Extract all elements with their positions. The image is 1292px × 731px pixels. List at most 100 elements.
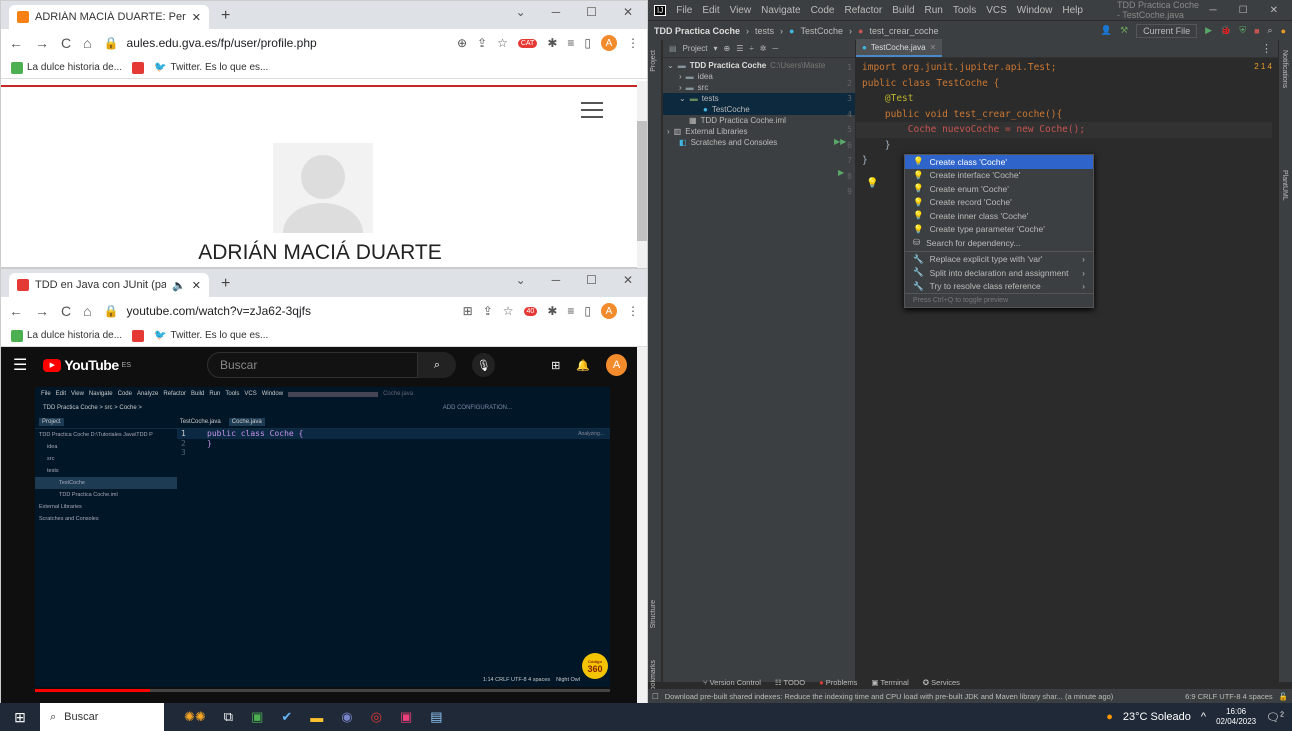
- menu-file[interactable]: File: [676, 5, 692, 16]
- clock[interactable]: 16:06 02/04/2023: [1216, 707, 1256, 727]
- coverage-icon[interactable]: ⛨: [1239, 25, 1246, 36]
- star-icon[interactable]: ☆: [497, 36, 508, 50]
- notifications-icon[interactable]: 🔔: [576, 359, 590, 372]
- news-widget-icon[interactable]: ✺✺: [184, 709, 206, 725]
- profile-avatar[interactable]: A: [601, 35, 617, 51]
- star-icon[interactable]: ☆: [503, 304, 514, 318]
- home-icon[interactable]: ⌂: [83, 303, 91, 319]
- menu-vcs[interactable]: VCS: [986, 5, 1007, 16]
- youtube-avatar[interactable]: A: [605, 354, 628, 376]
- bookmark-item[interactable]: 🐦 Twitter. Es lo que es...: [154, 62, 268, 73]
- address-bar[interactable]: 🔒 youtube.com/watch?v=zJa62-3qjfs: [104, 300, 451, 322]
- close-window-icon[interactable]: ✕: [623, 273, 633, 287]
- run-icon[interactable]: ▶: [1205, 25, 1212, 36]
- stop-icon[interactable]: ■: [1254, 26, 1259, 36]
- forward-icon[interactable]: →: [35, 35, 49, 51]
- update-icon[interactable]: ●: [1281, 26, 1286, 36]
- back-icon[interactable]: ←: [9, 303, 23, 319]
- popup-item-replace-var[interactable]: 🔧 Replace explicit type with 'var' ›: [905, 253, 1093, 267]
- bookmark-item[interactable]: La dulce historia de...: [11, 61, 122, 74]
- youtube-logo[interactable]: ▶ YouTube ES: [43, 357, 131, 373]
- new-tab-icon[interactable]: +: [209, 7, 242, 29]
- breadcrumb-method[interactable]: test_crear_coche: [869, 26, 938, 36]
- popup-item-create-interface[interactable]: 💡 Create interface 'Coche': [905, 169, 1093, 183]
- extension-badge[interactable]: CAT: [517, 38, 538, 48]
- close-window-icon[interactable]: ✕: [1270, 5, 1278, 16]
- scrollbar[interactable]: [637, 347, 647, 704]
- maximize-icon[interactable]: ☐: [1239, 5, 1248, 16]
- close-window-icon[interactable]: ✕: [623, 5, 633, 19]
- minimize-icon[interactable]: ─: [552, 5, 561, 19]
- reading-list-icon[interactable]: ≡: [567, 304, 574, 318]
- scrollbar[interactable]: [637, 81, 647, 269]
- version-control-tab[interactable]: ⑂ Version Control: [703, 678, 761, 687]
- browser-tab[interactable]: TDD en Java con JUnit (parte 🔈 ✕: [9, 273, 209, 297]
- code-editor[interactable]: import org.junit.jupiter.api.Test; publi…: [856, 60, 1272, 169]
- notification-center-icon[interactable]: 🗨2: [1266, 711, 1284, 724]
- popup-item-create-type-parameter[interactable]: 💡 Create type parameter 'Coche': [905, 223, 1093, 237]
- bookmark-item[interactable]: 🐦 Twitter. Es lo que es...: [154, 330, 268, 341]
- menu-refactor[interactable]: Refactor: [844, 5, 882, 16]
- sidepanel-icon[interactable]: ▯: [584, 36, 591, 50]
- reload-icon[interactable]: C: [61, 35, 71, 51]
- share-icon[interactable]: ⇪: [477, 36, 487, 50]
- hide-icon[interactable]: ─: [772, 44, 778, 53]
- menu-run[interactable]: Run: [925, 5, 943, 16]
- hamburger-menu-icon[interactable]: [581, 102, 603, 118]
- tray-chevron-icon[interactable]: ^: [1201, 711, 1206, 723]
- menu-dots-icon[interactable]: ⋮: [627, 304, 639, 318]
- zoom-icon[interactable]: ⊕: [457, 36, 467, 50]
- menu-tools[interactable]: Tools: [953, 5, 976, 16]
- menu-help[interactable]: Help: [1062, 5, 1083, 16]
- hamburger-menu-icon[interactable]: ☰: [13, 355, 27, 375]
- audio-icon[interactable]: 🔈: [172, 279, 186, 292]
- lock-icon[interactable]: 🔓: [1279, 692, 1288, 701]
- youtube-bookmark-icon[interactable]: [132, 61, 145, 74]
- status-message[interactable]: Download pre-built shared indexes: Reduc…: [665, 692, 1155, 701]
- back-icon[interactable]: ←: [9, 35, 23, 51]
- address-bar[interactable]: 🔒 aules.edu.gva.es/fp/user/profile.php: [104, 32, 445, 54]
- bookmark-item[interactable]: La dulce historia de...: [11, 329, 122, 342]
- weather-text[interactable]: 23°C Soleado: [1123, 711, 1191, 723]
- popup-item-create-class[interactable]: 💡 Create class 'Coche': [905, 155, 1093, 169]
- reload-icon[interactable]: C: [61, 303, 71, 319]
- user-icon[interactable]: 👤: [1101, 25, 1112, 36]
- install-icon[interactable]: ⊞: [463, 304, 473, 318]
- target-icon[interactable]: ⊕: [723, 44, 730, 53]
- menu-dots-icon[interactable]: ⋮: [627, 36, 639, 50]
- status-square-icon[interactable]: ☐: [652, 692, 659, 701]
- menu-edit[interactable]: Edit: [702, 5, 719, 16]
- popup-item-search-dependency[interactable]: ⛁ Search for dependency...: [905, 236, 1093, 250]
- browser-tab[interactable]: ADRIÁN MACIÁ DUARTE: Perfil p ✕: [9, 5, 209, 29]
- debug-icon[interactable]: 🐞: [1220, 25, 1231, 36]
- intellij-icon[interactable]: ▣: [400, 709, 412, 725]
- youtube-bookmark-icon[interactable]: [132, 329, 145, 342]
- whatsapp-icon[interactable]: ▣: [251, 709, 263, 725]
- chevron-down-icon[interactable]: ⌄: [516, 5, 526, 19]
- puzzle-icon[interactable]: ✱: [547, 36, 557, 50]
- profile-avatar[interactable]: A: [601, 303, 617, 319]
- menu-window[interactable]: Window: [1017, 5, 1053, 16]
- chrome-icon[interactable]: ◎: [371, 709, 382, 725]
- editor-menu-dots-icon[interactable]: ⋮: [1255, 42, 1278, 57]
- menu-navigate[interactable]: Navigate: [761, 5, 800, 16]
- menu-build[interactable]: Build: [892, 5, 914, 16]
- sidepanel-icon[interactable]: ▯: [584, 304, 591, 318]
- microphone-icon[interactable]: 🎙: [472, 353, 496, 377]
- search-input[interactable]: Buscar: [207, 352, 418, 378]
- new-tab-icon[interactable]: +: [209, 275, 242, 297]
- chevron-down-icon[interactable]: ⌄: [516, 273, 526, 287]
- discord-icon[interactable]: ◉: [341, 709, 352, 725]
- inspection-widget[interactable]: 2 1 4: [1254, 62, 1272, 71]
- minimize-icon[interactable]: ─: [552, 273, 561, 287]
- collapse-icon[interactable]: ☰: [736, 44, 743, 53]
- error-bulb-icon[interactable]: 💡: [866, 178, 878, 189]
- windows-start-icon[interactable]: ⊞: [0, 709, 40, 726]
- home-icon[interactable]: ⌂: [83, 35, 91, 51]
- breadcrumb-tests[interactable]: tests: [755, 26, 774, 36]
- file-explorer-icon[interactable]: ▬: [310, 710, 323, 725]
- expand-icon[interactable]: ÷: [749, 44, 753, 53]
- todo-tab[interactable]: ☷ TODO: [775, 678, 805, 687]
- close-tab-icon[interactable]: ✕: [930, 43, 937, 52]
- menu-view[interactable]: View: [730, 5, 752, 16]
